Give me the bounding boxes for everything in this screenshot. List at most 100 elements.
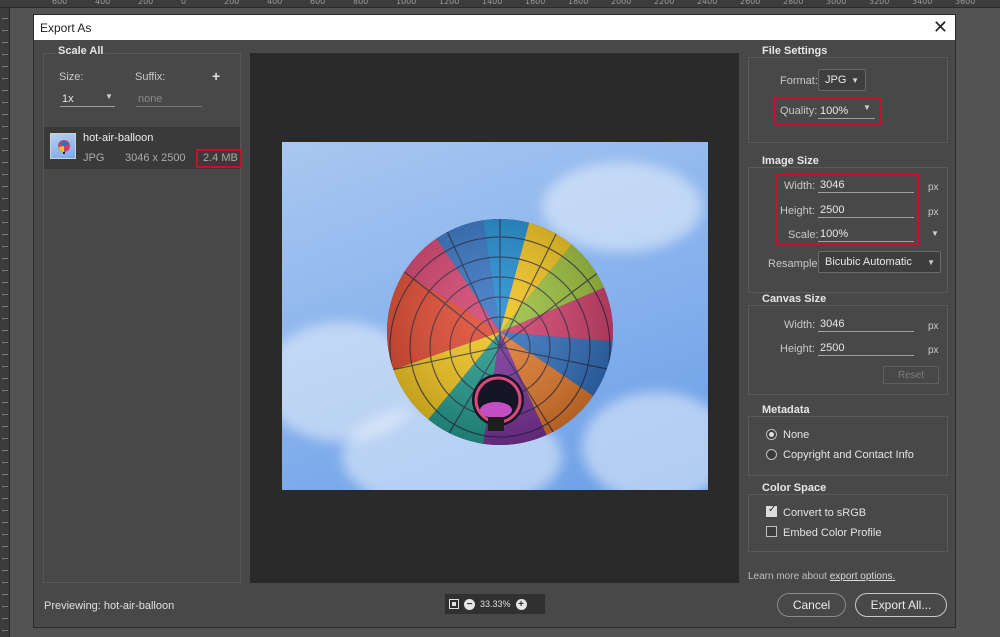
image-width-unit: px xyxy=(928,182,939,193)
ruler-tick xyxy=(2,258,8,259)
quality-highlight xyxy=(774,97,882,125)
ruler-tick xyxy=(2,558,8,559)
ruler-tick xyxy=(2,462,8,463)
ruler-tick xyxy=(2,570,8,571)
convert-srgb-checkbox[interactable] xyxy=(766,504,777,517)
metadata-copyright-radio[interactable] xyxy=(766,449,777,460)
ruler-tick-label: 600 xyxy=(52,0,68,6)
ruler-tick xyxy=(2,606,8,607)
ruler-tick-label: 1800 xyxy=(568,0,589,6)
scale-all-title: Scale All xyxy=(56,45,106,57)
ruler-tick-label: 1200 xyxy=(439,0,460,6)
canvas-height-label: Height: xyxy=(780,343,815,355)
ruler-tick xyxy=(2,510,8,511)
ruler-tick xyxy=(2,498,8,499)
resample-select[interactable]: Bicubic Automatic ▼ xyxy=(818,251,941,273)
ruler-tick xyxy=(2,474,8,475)
ruler-tick xyxy=(2,174,8,175)
balloon-thumbnail-icon xyxy=(58,140,70,154)
close-icon[interactable]: ✕ xyxy=(933,17,948,37)
cancel-button[interactable]: Cancel xyxy=(777,593,846,617)
metadata-none-radio[interactable] xyxy=(766,429,777,440)
metadata-none-label[interactable]: None xyxy=(783,429,809,441)
ruler-tick xyxy=(2,354,8,355)
ruler-tick xyxy=(2,222,8,223)
chevron-down-icon[interactable]: ▼ xyxy=(931,229,939,238)
metadata-copyright-label[interactable]: Copyright and Contact Info xyxy=(783,449,914,461)
ruler-tick-label: 0 xyxy=(181,0,187,6)
ruler-tick xyxy=(2,618,8,619)
fit-to-screen-icon[interactable] xyxy=(449,599,459,609)
ruler-tick-label: 2000 xyxy=(611,0,632,6)
left-ruler xyxy=(0,8,10,637)
embed-profile-label[interactable]: Embed Color Profile xyxy=(783,527,881,539)
ruler-tick-label: 200 xyxy=(138,0,154,6)
export-all-button[interactable]: Export All... xyxy=(855,593,947,617)
ruler-tick-label: 3400 xyxy=(912,0,933,6)
learn-more-prefix: Learn more about xyxy=(748,571,830,582)
ruler-tick xyxy=(2,318,8,319)
dialog-title: Export As xyxy=(40,20,92,35)
ruler-tick-label: 400 xyxy=(267,0,283,6)
ruler-tick xyxy=(2,486,8,487)
ruler-tick-label: 2600 xyxy=(740,0,761,6)
convert-srgb-label[interactable]: Convert to sRGB xyxy=(783,507,866,519)
ruler-tick xyxy=(2,78,8,79)
ruler-tick xyxy=(2,594,8,595)
preview-image xyxy=(282,142,708,490)
ruler-tick-label: 200 xyxy=(224,0,240,6)
ruler-tick-label: 2800 xyxy=(783,0,804,6)
ruler-tick xyxy=(2,66,8,67)
ruler-tick-label: 1400 xyxy=(482,0,503,6)
ruler-tick xyxy=(2,630,8,631)
ruler-tick-label: 1600 xyxy=(525,0,546,6)
ruler-tick xyxy=(2,330,8,331)
ruler-tick xyxy=(2,522,8,523)
ruler-tick xyxy=(2,294,8,295)
ruler-tick xyxy=(2,438,8,439)
image-preview-area[interactable] xyxy=(250,53,739,583)
ruler-tick xyxy=(2,234,8,235)
suffix-input[interactable]: none xyxy=(136,93,202,107)
export-options-link[interactable]: export options. xyxy=(830,571,896,582)
top-ruler: 600 400 200 0 200 400 600 800 1000 1200 1400 1600 18… xyxy=(0,0,1000,8)
image-height-unit: px xyxy=(928,207,939,218)
ruler-tick-label: 800 xyxy=(353,0,369,6)
chevron-down-icon: ▼ xyxy=(927,258,935,267)
ruler-tick xyxy=(2,150,8,151)
learn-more-text: Learn more about export options. xyxy=(748,571,895,582)
ruler-tick xyxy=(2,42,8,43)
zoom-bar: − 33.33% + xyxy=(445,594,545,614)
export-all-label: Export All... xyxy=(870,598,932,612)
ruler-tick xyxy=(2,546,8,547)
ruler-tick-label: 1000 xyxy=(396,0,417,6)
ruler-tick-label: 600 xyxy=(310,0,326,6)
zoom-out-icon[interactable]: − xyxy=(464,598,475,610)
canvas-height-unit: px xyxy=(928,345,939,356)
resample-value: Bicubic Automatic xyxy=(825,256,912,268)
ruler-tick xyxy=(2,282,8,283)
ruler-tick-label: 3000 xyxy=(826,0,847,6)
ruler-tick xyxy=(2,198,8,199)
canvas-width-input[interactable]: 3046 xyxy=(818,318,914,332)
size-label: Size: xyxy=(59,71,84,83)
embed-profile-checkbox[interactable] xyxy=(766,526,777,537)
ruler-tick xyxy=(2,366,8,367)
zoom-in-icon[interactable]: + xyxy=(515,598,527,610)
ruler-tick xyxy=(2,270,8,271)
ruler-tick xyxy=(2,114,8,115)
ruler-tick-label: 3600 xyxy=(955,0,976,6)
canvas-width-label: Width: xyxy=(784,319,816,331)
format-select[interactable]: JPG ▼ xyxy=(818,69,866,91)
zoom-level: 33.33% xyxy=(480,599,511,609)
canvas-height-input[interactable]: 2500 xyxy=(818,342,914,356)
ruler-tick xyxy=(2,54,8,55)
color-space-title: Color Space xyxy=(760,482,829,494)
image-size-title: Image Size xyxy=(760,155,821,167)
ruler-tick xyxy=(2,102,8,103)
reset-button[interactable]: Reset xyxy=(883,366,939,384)
add-scale-button[interactable]: + xyxy=(212,68,220,84)
ruler-tick xyxy=(2,390,8,391)
image-size-highlight xyxy=(776,173,919,245)
cancel-label: Cancel xyxy=(792,598,831,612)
